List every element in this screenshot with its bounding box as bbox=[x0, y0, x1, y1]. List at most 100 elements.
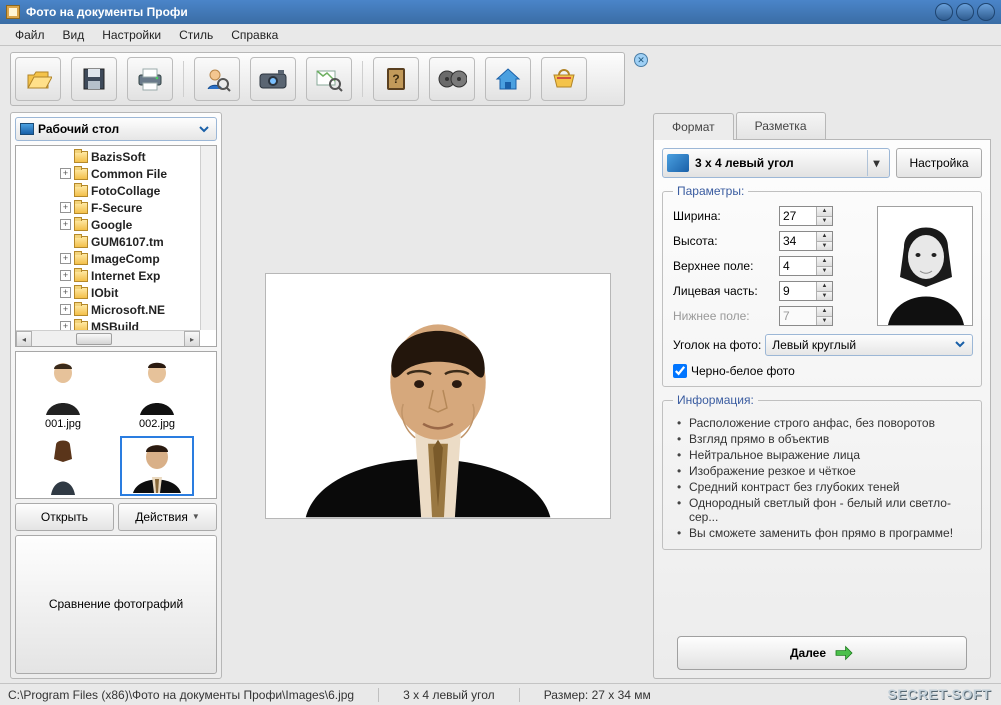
expand-icon[interactable]: + bbox=[60, 219, 71, 230]
actions-button[interactable]: Действия▼ bbox=[118, 503, 217, 531]
format-combo[interactable]: 3 х 4 левый угол ▾ bbox=[662, 148, 890, 178]
tree-item[interactable]: +Google bbox=[16, 216, 216, 233]
print-button[interactable] bbox=[127, 57, 173, 101]
tree-label: F-Secure bbox=[91, 201, 142, 215]
expand-icon[interactable]: + bbox=[60, 202, 71, 213]
minimize-button[interactable] bbox=[935, 3, 953, 21]
tree-item[interactable]: + IObit bbox=[16, 284, 216, 301]
right-panel: Формат Разметка 3 х 4 левый угол ▾ Настр… bbox=[653, 112, 991, 679]
top-margin-input[interactable] bbox=[780, 257, 816, 275]
folder-icon bbox=[74, 287, 88, 299]
folder-icon bbox=[74, 270, 88, 282]
tree-item[interactable]: BazisSoft bbox=[16, 148, 216, 165]
thumb-item[interactable]: 002.jpg bbox=[114, 356, 200, 430]
bw-checkbox[interactable] bbox=[673, 364, 687, 378]
tree-label: ImageComp bbox=[91, 252, 160, 266]
corner-select[interactable]: Левый круглый bbox=[765, 334, 973, 356]
face-part-label: Лицевая часть: bbox=[673, 284, 779, 298]
top-margin-label: Верхнее поле: bbox=[673, 259, 779, 273]
menu-help[interactable]: Справка bbox=[222, 25, 287, 45]
next-button[interactable]: Далее bbox=[677, 636, 967, 670]
spin-down-icon[interactable]: ▼ bbox=[817, 242, 832, 251]
spin-down-icon[interactable]: ▼ bbox=[817, 217, 832, 226]
tree-hscrollbar[interactable]: ◂ ▸ bbox=[16, 330, 200, 346]
info-list: Расположение строго анфас, без поворотов… bbox=[673, 415, 973, 541]
thumb-label: 002.jpg bbox=[114, 418, 200, 430]
expand-icon[interactable]: + bbox=[60, 253, 71, 264]
thumb-item-selected[interactable]: 6.jpg bbox=[114, 436, 200, 499]
expand-icon[interactable]: + bbox=[60, 287, 71, 298]
video-button[interactable] bbox=[429, 57, 475, 101]
configure-button[interactable]: Настройка bbox=[896, 148, 982, 178]
height-label: Высота: bbox=[673, 234, 779, 248]
scroll-left-icon[interactable]: ◂ bbox=[16, 331, 32, 347]
tab-format[interactable]: Формат bbox=[653, 113, 734, 140]
expand-icon[interactable]: + bbox=[60, 270, 71, 281]
expand-icon[interactable]: + bbox=[60, 168, 71, 179]
spin-down-icon[interactable]: ▼ bbox=[817, 292, 832, 301]
tree-vscrollbar[interactable] bbox=[200, 146, 216, 330]
help-book-button[interactable]: ? bbox=[373, 57, 419, 101]
chevron-down-icon bbox=[954, 338, 966, 353]
spin-down-icon[interactable]: ▼ bbox=[817, 267, 832, 276]
tree-item[interactable]: FotoCollage bbox=[16, 182, 216, 199]
face-part-input[interactable] bbox=[780, 282, 816, 300]
spin-up-icon[interactable]: ▲ bbox=[817, 282, 832, 292]
menu-view[interactable]: Вид bbox=[54, 25, 94, 45]
spin-up-icon[interactable]: ▲ bbox=[817, 257, 832, 267]
format-icon bbox=[667, 154, 689, 172]
top-margin-spinner[interactable]: ▲▼ bbox=[779, 256, 833, 276]
thumb-item[interactable]: 003.jpg bbox=[20, 436, 106, 499]
parameters-group: Параметры: Ширина: ▲▼ Высота: ▲▼ Верхнее… bbox=[662, 184, 982, 387]
width-input[interactable] bbox=[780, 207, 816, 225]
camera-button[interactable] bbox=[250, 57, 296, 101]
close-button[interactable] bbox=[977, 3, 995, 21]
status-format: 3 х 4 левый угол bbox=[403, 688, 495, 702]
menu-settings[interactable]: Настройки bbox=[93, 25, 170, 45]
menu-style[interactable]: Стиль bbox=[170, 25, 222, 45]
photo-preview[interactable] bbox=[265, 273, 611, 519]
shop-button[interactable] bbox=[541, 57, 587, 101]
folder-tree[interactable]: BazisSoft+Common File FotoCollage + F-Secur… bbox=[15, 145, 217, 347]
close-toolbar-icon[interactable]: ✕ bbox=[634, 53, 648, 67]
tree-item[interactable]: + ImageComp bbox=[16, 250, 216, 267]
scroll-right-icon[interactable]: ▸ bbox=[184, 331, 200, 347]
width-spinner[interactable]: ▲▼ bbox=[779, 206, 833, 226]
height-spinner[interactable]: ▲▼ bbox=[779, 231, 833, 251]
tree-item[interactable]: + Internet Exp bbox=[16, 267, 216, 284]
maximize-button[interactable] bbox=[956, 3, 974, 21]
open-file-button[interactable] bbox=[15, 57, 61, 101]
thumb-item[interactable]: 001.jpg bbox=[20, 356, 106, 430]
info-item: Вы сможете заменить фон прямо в программ… bbox=[677, 525, 973, 541]
tree-label: IObit bbox=[91, 286, 118, 300]
tree-item[interactable]: +Common File bbox=[16, 165, 216, 182]
home-button[interactable] bbox=[485, 57, 531, 101]
compare-photos-button[interactable]: Сравнение фотографий bbox=[15, 535, 217, 675]
thumbnail-list[interactable]: 001.jpg 002.jpg 003.jpg 6.jpg bbox=[15, 351, 217, 499]
menu-file[interactable]: Файл bbox=[6, 25, 54, 45]
open-folder-button[interactable]: Открыть bbox=[15, 503, 114, 531]
left-panel: Рабочий стол BazisSoft+Common File FotoCo… bbox=[10, 112, 222, 679]
tree-item[interactable]: GUM6107.tm bbox=[16, 233, 216, 250]
chevron-down-icon: ▾ bbox=[867, 150, 885, 176]
spin-up-icon[interactable]: ▲ bbox=[817, 232, 832, 242]
find-face-button[interactable] bbox=[194, 57, 240, 101]
zoom-button[interactable] bbox=[306, 57, 352, 101]
folder-icon bbox=[74, 202, 88, 214]
face-part-spinner[interactable]: ▲▼ bbox=[779, 281, 833, 301]
expand-icon[interactable]: + bbox=[60, 304, 71, 315]
tree-label: FotoCollage bbox=[91, 184, 160, 198]
tree-item[interactable]: + F-Secure bbox=[16, 199, 216, 216]
tree-item[interactable]: +Microsoft.NE bbox=[16, 301, 216, 318]
spin-up-icon[interactable]: ▲ bbox=[817, 207, 832, 217]
scroll-thumb[interactable] bbox=[76, 333, 112, 345]
folder-icon bbox=[74, 185, 88, 197]
location-combo[interactable]: Рабочий стол bbox=[15, 117, 217, 141]
thumb-label: 6.jpg bbox=[114, 498, 200, 499]
tab-layout[interactable]: Разметка bbox=[736, 112, 826, 139]
desktop-icon bbox=[20, 123, 34, 135]
tabs: Формат Разметка bbox=[653, 112, 991, 140]
save-button[interactable] bbox=[71, 57, 117, 101]
height-input[interactable] bbox=[780, 232, 816, 250]
tree-label: Internet Exp bbox=[91, 269, 160, 283]
